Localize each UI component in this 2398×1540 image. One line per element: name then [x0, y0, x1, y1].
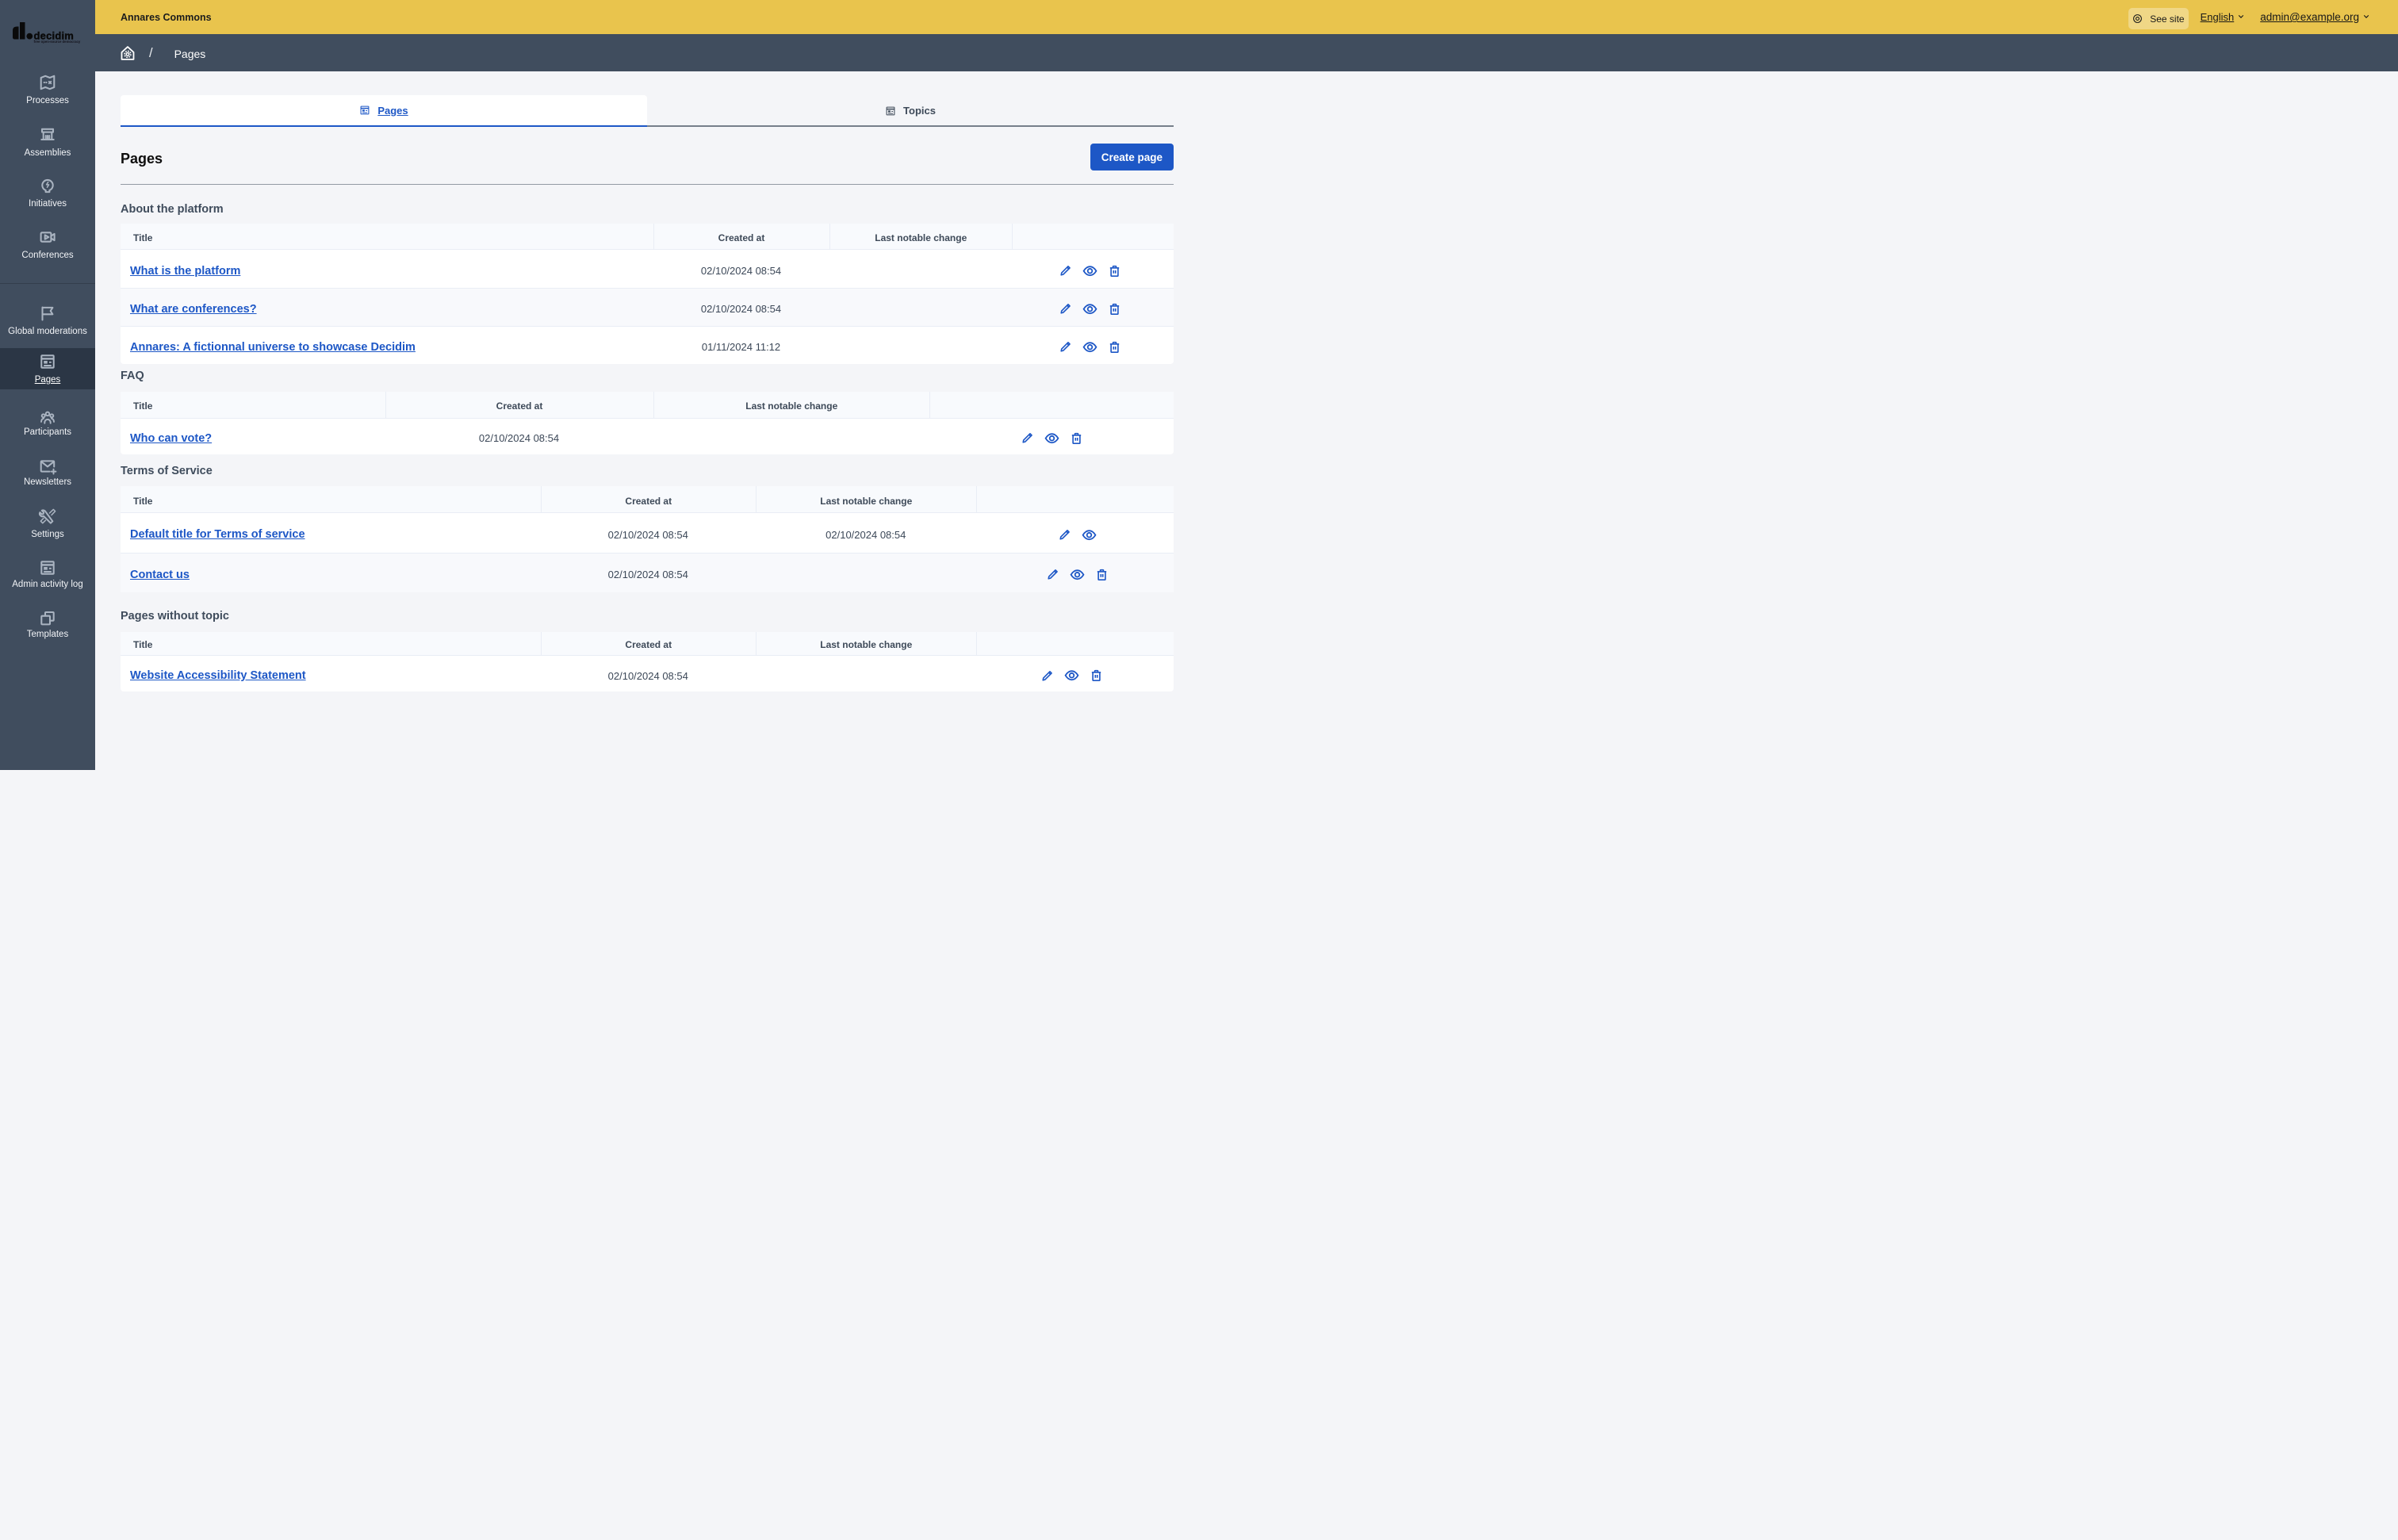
svg-text:free open-source democracy: free open-source democracy	[34, 40, 81, 44]
